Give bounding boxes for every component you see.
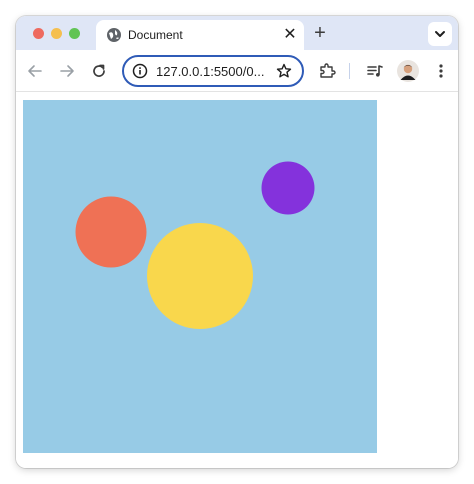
address-bar[interactable]: 127.0.0.1:5500/0... <box>122 55 304 87</box>
kebab-menu-icon[interactable] <box>432 62 450 80</box>
tab-document[interactable]: Document ✕ <box>96 20 304 50</box>
close-window-button[interactable] <box>33 28 44 39</box>
tab-strip: Document ✕ + <box>16 16 458 50</box>
globe-icon <box>107 28 121 42</box>
star-icon[interactable] <box>276 63 292 79</box>
drawing-canvas <box>23 100 377 453</box>
close-icon[interactable]: ✕ <box>282 27 298 43</box>
arrow-left-icon[interactable] <box>26 62 44 80</box>
url-text[interactable]: 127.0.0.1:5500/0... <box>156 64 264 79</box>
music-list-icon[interactable] <box>366 62 384 80</box>
orange-circle <box>75 196 147 268</box>
yellow-circle <box>147 223 253 329</box>
purple-circle <box>261 161 315 215</box>
info-icon[interactable] <box>132 63 148 79</box>
puzzle-icon[interactable] <box>318 62 336 80</box>
arrow-right-icon[interactable] <box>58 62 76 80</box>
tab-search-button[interactable] <box>428 22 452 46</box>
toolbar: 127.0.0.1:5500/0... <box>16 50 458 92</box>
avatar[interactable] <box>397 60 419 82</box>
reload-icon[interactable] <box>90 62 108 80</box>
maximize-window-button[interactable] <box>69 28 80 39</box>
plus-icon[interactable]: + <box>310 23 330 44</box>
minimize-window-button[interactable] <box>51 28 62 39</box>
chevron-down-icon <box>435 31 445 37</box>
toolbar-divider <box>349 63 350 79</box>
browser-window: Document ✕ + 127.0.0.1:5500/0... <box>16 16 458 468</box>
page-viewport <box>16 93 458 468</box>
tab-title: Document <box>128 28 183 42</box>
